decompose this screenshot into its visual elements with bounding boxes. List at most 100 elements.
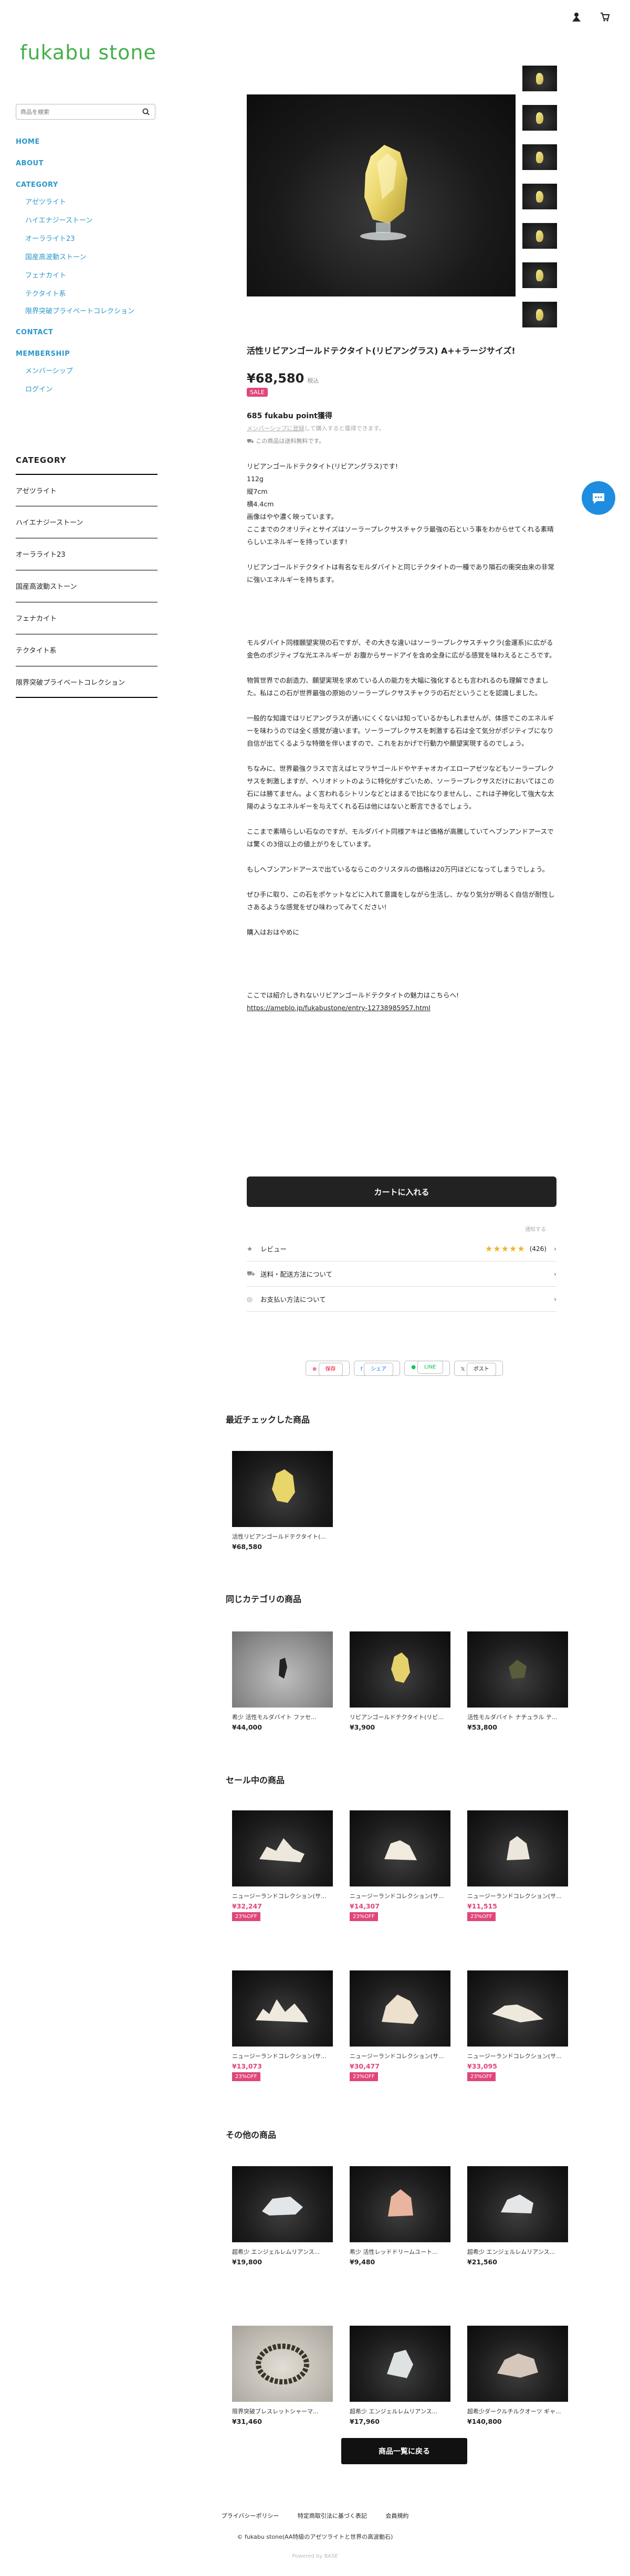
- product-card[interactable]: 超希少 エンジェルレムリアンス... ¥21,560: [467, 2166, 568, 2266]
- product-card[interactable]: ニュージーランドコレクション(サ... ¥30,477 23%OFF: [350, 1970, 450, 2081]
- search-icon[interactable]: [142, 108, 150, 118]
- chat-button[interactable]: [582, 481, 615, 515]
- line-share-button[interactable]: ● LINE: [404, 1361, 450, 1376]
- product-card[interactable]: リビアンゴールドテクタイト(リビ... ¥3,900: [350, 1631, 450, 1731]
- nav-category[interactable]: CATEGORY: [16, 181, 158, 189]
- nav-membership-link[interactable]: メンバーシップ: [25, 365, 158, 375]
- side-nav: HOME ABOUT CATEGORY アゼツライト ハイエナジーストーン オー…: [16, 138, 158, 405]
- user-icon[interactable]: [571, 12, 582, 24]
- payment-row[interactable]: ◎ お支払い方法について ›: [247, 1287, 556, 1312]
- thumbnail[interactable]: [522, 144, 557, 170]
- copyright: © fukabu stone(AA特級のアゼツライトと世界の高波動石): [237, 2533, 393, 2540]
- legal-link[interactable]: 特定商取引法に基づく表記: [298, 2513, 367, 2519]
- thumbnail[interactable]: [522, 223, 557, 249]
- category-item[interactable]: ハイエナジーストーン: [16, 506, 158, 538]
- product-card[interactable]: 希少 活性レッドドリームユート... ¥9,480: [350, 2166, 450, 2266]
- thumbnail[interactable]: [522, 105, 557, 131]
- truck-icon: ⛟: [247, 1269, 255, 1277]
- thumbnail[interactable]: [522, 184, 557, 209]
- site-logo[interactable]: fukabu stone: [20, 41, 156, 64]
- product-card[interactable]: 超希少 エンジェルレムリアンス... ¥17,960: [350, 2326, 450, 2425]
- thumbnail[interactable]: [522, 262, 557, 288]
- wallet-icon: ◎: [247, 1295, 253, 1303]
- search-box: [16, 104, 155, 120]
- membership-link[interactable]: メンバーシップに登録: [247, 425, 304, 432]
- truck-icon: ⛟: [247, 438, 256, 444]
- category-item[interactable]: 国産高波動ストーン: [16, 570, 158, 602]
- category-item[interactable]: オーラライト23: [16, 538, 158, 570]
- back-to-list-button[interactable]: 商品一覧に戻る: [341, 2438, 467, 2464]
- thumbnail-strip: [522, 66, 557, 341]
- product-title: 活性リビアンゴールドテクタイト(リビアングラス) A++ラージサイズ!: [247, 346, 516, 356]
- product-main-image[interactable]: [247, 94, 516, 296]
- product-card[interactable]: ニュージーランドコレクション(サ... ¥32,247 23%OFF: [232, 1810, 333, 1921]
- add-to-cart-button[interactable]: カートに入れる: [247, 1176, 556, 1207]
- product-card[interactable]: 超希少ダークルチルクオーツ ギャ... ¥140,800: [467, 2326, 568, 2425]
- privacy-link[interactable]: プライバシーポリシー: [222, 2513, 279, 2519]
- product-card[interactable]: 限界突破ブレスレットシャーマ... ¥31,460: [232, 2326, 333, 2425]
- nav-sub-auralite[interactable]: オーラライト23: [25, 233, 158, 243]
- facebook-share-button[interactable]: f シェア: [353, 1361, 401, 1376]
- chevron-right-icon: ›: [554, 1270, 556, 1278]
- same-category-heading: 同じカテゴリの商品: [226, 1594, 302, 1604]
- product-card[interactable]: 活性リビアンゴールドテクタイト(... ¥68,580: [232, 1451, 333, 1551]
- sale-heading: セール中の商品: [226, 1775, 285, 1785]
- nav-member-items: メンバーシップ ログイン: [16, 365, 158, 394]
- nav-sub-private[interactable]: 限界突破プライベートコレクション: [25, 306, 141, 317]
- nav-subcategories: アゼツライト ハイエナジーストーン オーラライト23 国産高波動ストーン フェナ…: [16, 196, 158, 317]
- notify-link[interactable]: 通知する: [525, 1225, 546, 1233]
- category-list: アゼツライト ハイエナジーストーン オーラライト23 国産高波動ストーン フェナ…: [16, 474, 158, 698]
- nav-sub-domestic[interactable]: 国産高波動ストーン: [25, 251, 158, 261]
- product-card[interactable]: 活性モルダバイト ナチュラル テ... ¥53,800: [467, 1631, 568, 1731]
- x-post-button[interactable]: 𝕏 ポスト: [454, 1361, 503, 1376]
- thumbnail[interactable]: [522, 66, 557, 91]
- chat-icon: [593, 493, 604, 504]
- nav-membership[interactable]: MEMBERSHIP: [16, 350, 158, 358]
- terms-link[interactable]: 会員規約: [385, 2513, 408, 2519]
- points-earned: 685 fukabu point獲得: [247, 412, 332, 420]
- category-item[interactable]: テクタイト系: [16, 634, 158, 666]
- cart-icon[interactable]: [600, 12, 610, 24]
- pinterest-save-button[interactable]: ⊕ 保存: [306, 1361, 350, 1376]
- product-card[interactable]: ニュージーランドコレクション(サ... ¥33,095 23%OFF: [467, 1970, 568, 2081]
- nav-sub-phenakite[interactable]: フェナカイト: [25, 270, 158, 280]
- chevron-right-icon: ›: [554, 1245, 556, 1253]
- shipping-row[interactable]: ⛟ 送料・配送方法について ›: [247, 1262, 556, 1287]
- review-count: (426): [529, 1245, 547, 1253]
- nav-about[interactable]: ABOUT: [16, 160, 158, 167]
- product-card[interactable]: 希少 活性モルダバイト ファセ... ¥44,000: [232, 1631, 333, 1731]
- recent-heading: 最近チェックした商品: [226, 1415, 310, 1425]
- category-item[interactable]: 限界突破プライベートコレクション: [16, 666, 158, 698]
- star-icon: ★: [247, 1245, 253, 1253]
- nav-sub-tektite[interactable]: テクタイト系: [25, 288, 158, 298]
- product-card[interactable]: ニュージーランドコレクション(サ... ¥14,307 23%OFF: [350, 1810, 450, 1921]
- powered-by[interactable]: Powered by BASE: [0, 2553, 630, 2559]
- shipping-note: ⛟ この商品は送料無料です。: [247, 438, 325, 444]
- blog-link[interactable]: https://ameblo.jp/fukabustone/entry-1273…: [247, 1004, 430, 1012]
- product-description: リビアンゴールドテクタイト(リビアングラス)です! 112g 縦7cm 横4.4…: [247, 462, 556, 1012]
- thumbnail[interactable]: [522, 302, 557, 327]
- product-card[interactable]: ニュージーランドコレクション(サ... ¥13,073 23%OFF: [232, 1970, 333, 2081]
- chevron-right-icon: ›: [554, 1295, 556, 1303]
- nav-contact[interactable]: CONTACT: [16, 328, 158, 336]
- product-price: ¥68,580 税込: [247, 371, 319, 386]
- category-item[interactable]: アゼツライト: [16, 474, 158, 506]
- nav-login-link[interactable]: ログイン: [25, 384, 158, 394]
- product-card[interactable]: 超希少 エンジェルレムリアンス... ¥19,800: [232, 2166, 333, 2266]
- search-input[interactable]: [16, 104, 132, 119]
- header-icons: [571, 12, 610, 24]
- nav-sub-azeztulite[interactable]: アゼツライト: [25, 196, 158, 206]
- nav-home[interactable]: HOME: [16, 138, 158, 146]
- nav-sub-high-energy[interactable]: ハイエナジーストーン: [25, 215, 158, 225]
- share-buttons: ⊕ 保存 f シェア ● LINE 𝕏 ポスト: [306, 1361, 503, 1376]
- product-info: 活性リビアンゴールドテクタイト(リビアングラス) A++ラージサイズ! ¥68,…: [247, 344, 556, 1014]
- others-heading: その他の商品: [226, 2130, 277, 2140]
- gem-illustration: [360, 145, 407, 240]
- product-card[interactable]: ニュージーランドコレクション(サ... ¥11,515 23%OFF: [467, 1810, 568, 1921]
- rating-stars: ★★★★★: [485, 1244, 526, 1254]
- review-row[interactable]: ★ レビュー ★★★★★ (426) ›: [247, 1236, 556, 1262]
- product-image: [232, 1451, 333, 1527]
- points-note: メンバーシップに登録して購入すると獲得できます。: [247, 425, 385, 432]
- category-item[interactable]: フェナカイト: [16, 602, 158, 634]
- footer-links: プライバシーポリシー 特定商取引法に基づく表記 会員規約: [0, 2511, 630, 2520]
